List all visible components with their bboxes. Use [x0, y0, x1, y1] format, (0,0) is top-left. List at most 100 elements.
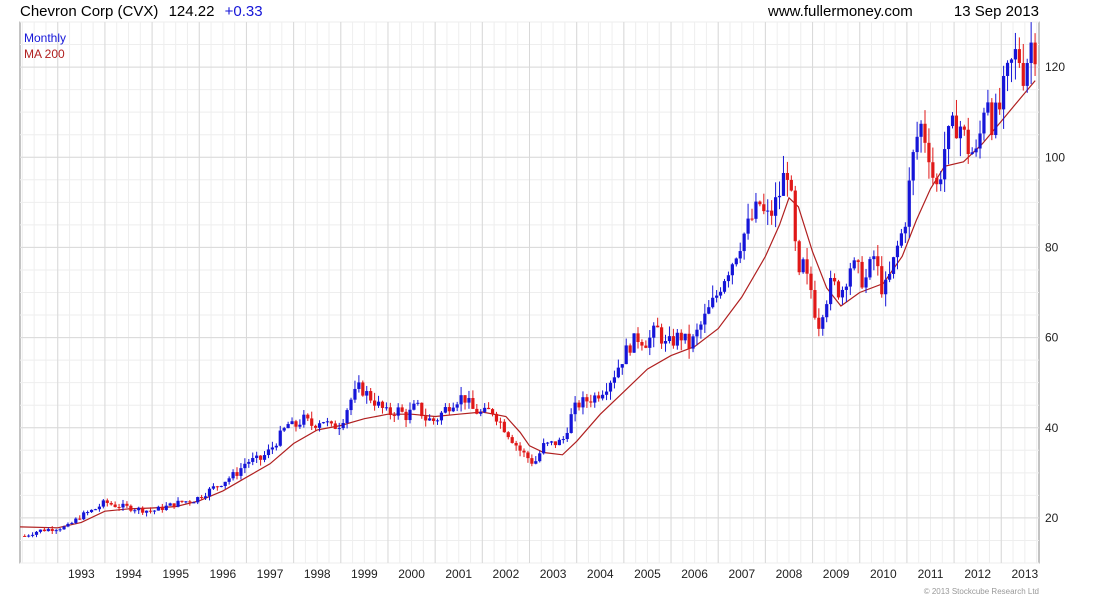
- x-tick-label: 1996: [210, 567, 237, 581]
- x-tick-label: 2006: [681, 567, 708, 581]
- y-tick-label: 120: [1045, 60, 1065, 74]
- candle-body: [746, 218, 750, 234]
- candle-body: [593, 395, 597, 403]
- candle-body: [553, 441, 558, 446]
- x-tick-label: 2010: [870, 567, 897, 581]
- candle-body: [369, 391, 373, 401]
- candle-body: [844, 286, 848, 290]
- candle-body: [345, 410, 349, 423]
- candle-body: [219, 485, 223, 487]
- candle-body: [840, 289, 845, 298]
- candle-body: [903, 226, 907, 234]
- candle-body: [522, 450, 526, 453]
- candle-body: [416, 402, 420, 404]
- stock-chart: Chevron Corp (CVX) 124.22 +0.33 www.full…: [0, 0, 1100, 600]
- candle-body: [388, 407, 392, 416]
- candle-body: [687, 333, 691, 349]
- candle-body: [766, 210, 770, 212]
- candle-body: [498, 421, 503, 423]
- candle-body: [931, 162, 935, 178]
- candle-body: [255, 455, 259, 459]
- candle-body: [467, 398, 471, 403]
- candle-body: [569, 414, 573, 433]
- candle-body: [361, 382, 365, 396]
- candle-body: [561, 439, 565, 441]
- candle-body: [852, 260, 856, 269]
- x-tick-label: 2008: [776, 567, 803, 581]
- candle-body: [895, 245, 900, 258]
- y-tick-label: 20: [1045, 511, 1059, 525]
- candle-body: [573, 402, 577, 415]
- candle-body: [514, 442, 518, 446]
- candle-body: [1009, 59, 1014, 63]
- candle-body: [101, 500, 105, 507]
- candle-body: [793, 190, 797, 242]
- candle-body: [636, 333, 640, 343]
- candle-body: [310, 418, 314, 426]
- candle-body: [663, 341, 668, 344]
- candle-body: [801, 259, 805, 273]
- candle-body: [726, 275, 731, 282]
- y-tick-label: 80: [1045, 240, 1059, 254]
- candle-body: [451, 407, 455, 412]
- candle-body: [325, 421, 330, 423]
- candle-body: [707, 307, 711, 314]
- candle-body: [376, 401, 381, 406]
- candle-body: [616, 367, 620, 378]
- candle-body: [298, 424, 302, 427]
- candle-body: [86, 512, 90, 514]
- candle-body: [994, 102, 998, 136]
- candle-body: [742, 233, 746, 252]
- candle-body: [129, 505, 133, 511]
- candle-body: [699, 324, 703, 330]
- candle-body: [557, 439, 561, 446]
- x-tick-label: 2002: [493, 567, 520, 581]
- x-tick-label: 2001: [445, 567, 472, 581]
- last-price: 124.22: [169, 3, 215, 20]
- candle-body: [534, 461, 538, 464]
- candle-body: [518, 445, 522, 451]
- candle-body: [738, 251, 742, 259]
- candle-body: [805, 259, 809, 274]
- candle-body: [34, 531, 39, 535]
- candle-body: [1013, 49, 1018, 60]
- candle-body: [46, 529, 50, 532]
- candle-body: [54, 530, 58, 532]
- candle-body: [860, 261, 864, 288]
- candle-body: [247, 461, 251, 464]
- candle-body: [789, 179, 793, 191]
- chart-title: Chevron Corp (CVX) 124.22 +0.33: [20, 3, 263, 20]
- candle-body: [172, 503, 176, 507]
- candle-body: [667, 336, 672, 342]
- candle-body: [998, 102, 1002, 110]
- candle-body: [443, 407, 447, 413]
- candle-body: [105, 500, 109, 503]
- candle-body: [848, 268, 852, 287]
- candle-body: [978, 133, 982, 149]
- x-tick-label: 1999: [351, 567, 378, 581]
- candle-body: [974, 148, 978, 153]
- candle-body: [321, 422, 326, 424]
- candle-body: [581, 397, 585, 408]
- candle-body: [943, 149, 947, 180]
- candle-body: [494, 413, 499, 422]
- candle-body: [431, 418, 436, 422]
- candle-body: [384, 407, 388, 409]
- candle-body: [946, 126, 951, 150]
- candle-body: [412, 403, 416, 410]
- candle-body: [872, 256, 876, 260]
- candle-body: [70, 522, 74, 524]
- candle-body: [62, 526, 66, 530]
- candle-body: [211, 486, 216, 489]
- x-tick-label: 2013: [1011, 567, 1038, 581]
- candle-body: [30, 534, 35, 536]
- y-tick-label: 100: [1045, 150, 1065, 164]
- x-tick-label: 2012: [964, 567, 991, 581]
- candle-body: [545, 442, 550, 444]
- candle-body: [487, 407, 491, 410]
- candle-body: [125, 503, 129, 506]
- candle-body: [337, 428, 341, 430]
- candle-body: [777, 195, 782, 198]
- candle-body: [679, 332, 683, 341]
- candle-body: [483, 407, 487, 412]
